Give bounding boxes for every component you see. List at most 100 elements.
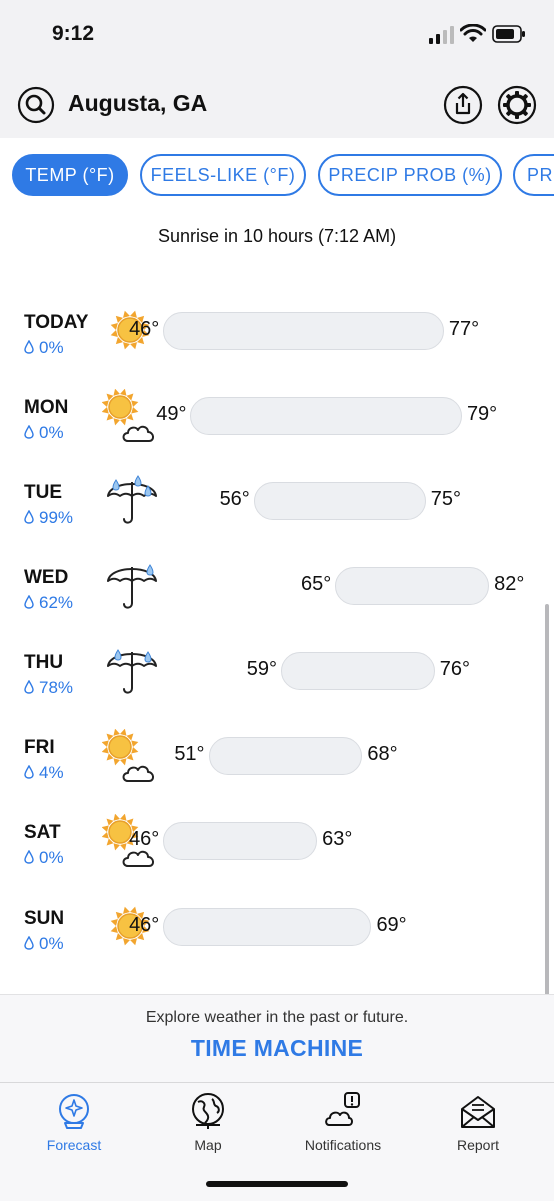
low-temp: 46° — [129, 828, 160, 850]
drop-icon — [24, 680, 34, 694]
umbrella-rain-icon — [107, 475, 157, 524]
partly-cloudy-icon — [102, 389, 154, 442]
nav-report-label: Report — [456, 1137, 500, 1153]
home-indicator — [206, 1181, 348, 1187]
nav-forecast-label: Forecast — [46, 1137, 102, 1153]
low-temp: 59° — [246, 658, 277, 680]
day-row[interactable]: SAT 0% 46° 63° — [0, 814, 554, 892]
day-row[interactable]: TUE 99% 56° 75° — [0, 475, 554, 552]
umbrella-rain-icon — [107, 649, 157, 694]
day-row[interactable]: MON 0% 49° 79° — [0, 389, 554, 467]
low-temp: 65° — [301, 573, 332, 595]
temp-range-bar — [163, 822, 318, 860]
drop-icon — [24, 595, 34, 609]
temp-range-bar — [163, 312, 444, 350]
high-temp: 68° — [367, 743, 398, 765]
low-temp: 49° — [156, 403, 187, 425]
header: Augusta, GA — [0, 70, 554, 139]
low-temp: 51° — [174, 743, 205, 765]
day-name: TODAY — [24, 312, 89, 333]
high-temp: 82° — [494, 573, 525, 595]
city-title[interactable]: Augusta, GA — [68, 90, 207, 117]
nav-notifications-label: Notifications — [304, 1137, 382, 1153]
temp-range-bar — [190, 397, 462, 435]
precip-value: 0% — [39, 423, 64, 442]
day-name: MON — [24, 397, 69, 418]
day-row[interactable]: TODAY 0% 46° 77° — [0, 310, 554, 382]
day-name: FRI — [24, 737, 55, 758]
temp-range-bar — [163, 908, 372, 946]
nav-map[interactable]: Map — [148, 1091, 268, 1155]
drop-icon — [24, 765, 34, 779]
tab-precip-prob[interactable]: PRECIP PROB (%) — [318, 154, 502, 196]
day-name: TUE — [24, 482, 62, 503]
nav-forecast[interactable]: Forecast — [14, 1091, 134, 1155]
globe-icon — [192, 1093, 224, 1129]
day-name: SUN — [24, 908, 65, 929]
nav-report[interactable]: Report — [418, 1091, 538, 1155]
drop-icon — [24, 425, 34, 439]
temp-range-bar — [280, 652, 435, 690]
sunrise-text: Sunrise in 10 hours (7:12 AM) — [157, 226, 397, 246]
precip-value: 0% — [39, 934, 64, 953]
nav-notifications[interactable]: Notifications — [283, 1091, 403, 1155]
precip-value: 0% — [39, 338, 64, 357]
alert-cloud-icon — [325, 1092, 360, 1126]
precip-value: 62% — [39, 593, 74, 612]
high-temp: 77° — [448, 318, 480, 340]
drop-icon — [24, 850, 34, 864]
metric-tabs: TEMP (°F) FEELS-LIKE (°F) PRECIP PROB (%… — [0, 138, 554, 216]
tab-partial[interactable]: PR — [513, 154, 554, 196]
signal-icon — [429, 26, 454, 44]
search-icon[interactable] — [17, 86, 55, 124]
status-bar: 9:12 — [0, 0, 554, 70]
low-temp: 46° — [129, 914, 160, 936]
day-row[interactable]: SUN 0% 46° 69° — [0, 906, 554, 978]
nav-map-label: Map — [194, 1137, 222, 1153]
wifi-icon — [460, 24, 486, 42]
drop-icon — [24, 340, 34, 354]
tab-temp[interactable]: TEMP (°F) — [12, 154, 128, 196]
day-row[interactable]: THU 78% 59° 76° — [0, 649, 554, 722]
umbrella-rain-icon — [107, 564, 157, 609]
precip-value: 0% — [39, 848, 64, 867]
day-name: THU — [24, 652, 64, 673]
precip-prob: 0% — [24, 338, 64, 358]
day-row[interactable]: FRI 4% 51° 68° — [0, 729, 554, 807]
tab-feels-like[interactable]: FEELS-LIKE (°F) — [140, 154, 306, 196]
precip-value: 99% — [39, 508, 74, 527]
gear-icon[interactable] — [497, 85, 537, 125]
time-machine-button[interactable]: TIME MACHINE — [0, 1035, 554, 1062]
high-temp: 76° — [439, 658, 471, 680]
high-temp: 75° — [430, 488, 461, 510]
status-time: 9:12 — [52, 22, 95, 45]
day-row[interactable]: WED 62% 65° 82° — [0, 564, 554, 637]
share-icon[interactable] — [443, 85, 483, 125]
battery-icon — [492, 25, 525, 43]
precip-prob: 78% — [24, 678, 73, 698]
high-temp: 79° — [466, 403, 498, 425]
scrollbar[interactable] — [545, 604, 549, 1028]
temp-range-bar — [253, 482, 426, 520]
partly-cloudy-icon — [102, 729, 154, 782]
drop-icon — [24, 510, 34, 524]
precip-prob: 0% — [24, 423, 64, 443]
explore-text: Explore weather in the past or future. — [145, 1009, 409, 1026]
temp-range-bar — [335, 567, 490, 605]
precip-value: 78% — [39, 678, 74, 697]
low-temp: 56° — [219, 488, 250, 510]
day-name: SAT — [24, 822, 61, 843]
precip-prob: 0% — [24, 848, 64, 868]
envelope-icon — [461, 1096, 495, 1128]
temp-range-bar — [208, 737, 363, 775]
precip-prob: 99% — [24, 508, 73, 528]
precip-prob: 0% — [24, 934, 64, 954]
precip-value: 4% — [39, 763, 64, 782]
low-temp: 46° — [129, 318, 160, 340]
drop-icon — [24, 936, 34, 950]
high-temp: 63° — [322, 828, 353, 850]
precip-prob: 62% — [24, 593, 73, 613]
high-temp: 69° — [376, 914, 407, 936]
precip-prob: 4% — [24, 763, 64, 783]
day-name: WED — [24, 567, 69, 588]
